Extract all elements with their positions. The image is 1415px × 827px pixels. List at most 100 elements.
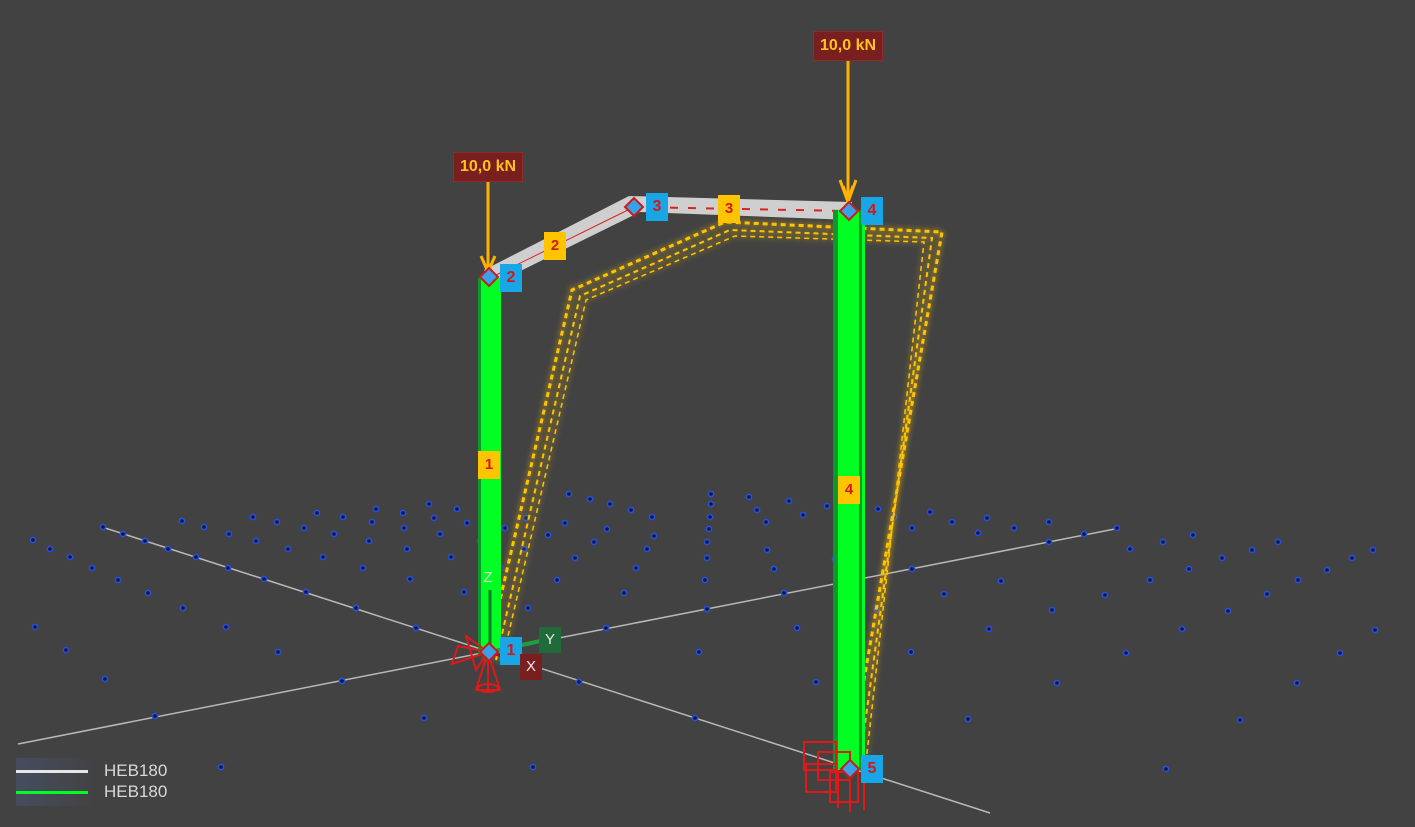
grid-point: [703, 538, 711, 546]
node-label-2[interactable]: 2: [500, 264, 522, 292]
grid-point: [586, 495, 594, 503]
grid-point: [88, 564, 96, 572]
grid-point: [707, 500, 715, 508]
grid-point: [300, 524, 308, 532]
grid-point: [1371, 626, 1379, 634]
grid-point: [319, 553, 327, 561]
structure-viewport[interactable]: [0, 0, 1415, 827]
grid-point: [252, 537, 260, 545]
legend-label: HEB180: [104, 761, 168, 780]
grid-point: [650, 532, 658, 540]
member-label-4[interactable]: 4: [838, 476, 860, 504]
grid-point: [359, 564, 367, 572]
grid-point: [101, 675, 109, 683]
node-label-4[interactable]: 4: [861, 197, 883, 225]
grid-point: [706, 513, 714, 521]
node-label-5[interactable]: 5: [861, 755, 883, 783]
grid-point: [745, 493, 753, 501]
grid-point: [260, 575, 268, 583]
grid-point: [627, 506, 635, 514]
grid-point: [406, 575, 414, 583]
grid-point: [1178, 625, 1186, 633]
grid-point: [1113, 524, 1121, 532]
member-label-1[interactable]: 1: [478, 451, 500, 479]
grid-point: [1236, 716, 1244, 724]
grid-point: [571, 554, 579, 562]
grid-point: [985, 625, 993, 633]
grid-point: [436, 530, 444, 538]
grid-point: [1248, 546, 1256, 554]
grid-point: [1294, 576, 1302, 584]
member-label-2[interactable]: 2: [544, 232, 566, 260]
grid-point: [561, 519, 569, 527]
grid-point: [1369, 546, 1377, 554]
z-axis-label: Z: [483, 569, 493, 586]
grid-point: [1162, 765, 1170, 773]
grid-point: [643, 545, 651, 553]
grid-point: [565, 490, 573, 498]
grid-point: [1323, 566, 1331, 574]
grid-point: [1185, 565, 1193, 573]
grid-point: [907, 648, 915, 656]
grid-point: [763, 546, 771, 554]
grid-point: [823, 502, 831, 510]
grid-point: [799, 511, 807, 519]
grid-point: [753, 506, 761, 514]
grid-point: [412, 624, 420, 632]
grid-point: [141, 537, 149, 545]
grid-point: [701, 576, 709, 584]
legend-label: HEB180: [104, 782, 168, 801]
grid-point: [1045, 518, 1053, 526]
legend-swatch: [16, 791, 88, 794]
grid-point: [352, 604, 360, 612]
legend-swatch: [16, 770, 88, 773]
grid-point: [1010, 524, 1018, 532]
grid-point: [940, 590, 948, 598]
grid-point: [874, 505, 882, 513]
grid-point: [603, 525, 611, 533]
grid-point: [224, 564, 232, 572]
grid-point: [365, 537, 373, 545]
grid-point: [501, 524, 509, 532]
grid-point: [529, 763, 537, 771]
grid-point: [425, 500, 433, 508]
grid-point: [691, 714, 699, 722]
grid-point: [770, 565, 778, 573]
grid-point: [1053, 679, 1061, 687]
grid-point: [225, 530, 233, 538]
grid-point: [785, 497, 793, 505]
grid-point: [313, 509, 321, 517]
beam-members[interactable]: [484, 196, 852, 284]
load-label[interactable]: 10,0 kN: [453, 152, 524, 182]
grid-point: [762, 518, 770, 526]
grid-point: [447, 553, 455, 561]
grid-point: [284, 545, 292, 553]
grid-point: [780, 589, 788, 597]
grid-point: [705, 525, 713, 533]
grid-point: [695, 648, 703, 656]
deformed-shape-outline: [484, 220, 944, 761]
node-label-3[interactable]: 3: [646, 193, 668, 221]
legend-item[interactable]: HEB180: [16, 782, 186, 802]
grid-point: [606, 500, 614, 508]
grid-point: [1218, 554, 1226, 562]
member-label-3[interactable]: 3: [718, 195, 740, 223]
legend-item[interactable]: HEB180: [16, 761, 186, 781]
grid-point: [99, 523, 107, 531]
grid-point: [217, 763, 225, 771]
node-markers[interactable]: [478, 196, 861, 780]
grid-point: [964, 715, 972, 723]
grid-point: [620, 589, 628, 597]
grid-point: [66, 553, 74, 561]
node-label-1[interactable]: 1: [500, 637, 522, 665]
grid-point: [29, 536, 37, 544]
grid-point: [460, 588, 468, 596]
grid-point: [948, 518, 956, 526]
load-label[interactable]: 10,0 kN: [813, 31, 884, 61]
grid-point: [1224, 607, 1232, 615]
grid-point: [908, 565, 916, 573]
grid-point: [338, 677, 346, 685]
grid-point: [179, 604, 187, 612]
grid-point: [1293, 679, 1301, 687]
grid-point: [114, 576, 122, 584]
